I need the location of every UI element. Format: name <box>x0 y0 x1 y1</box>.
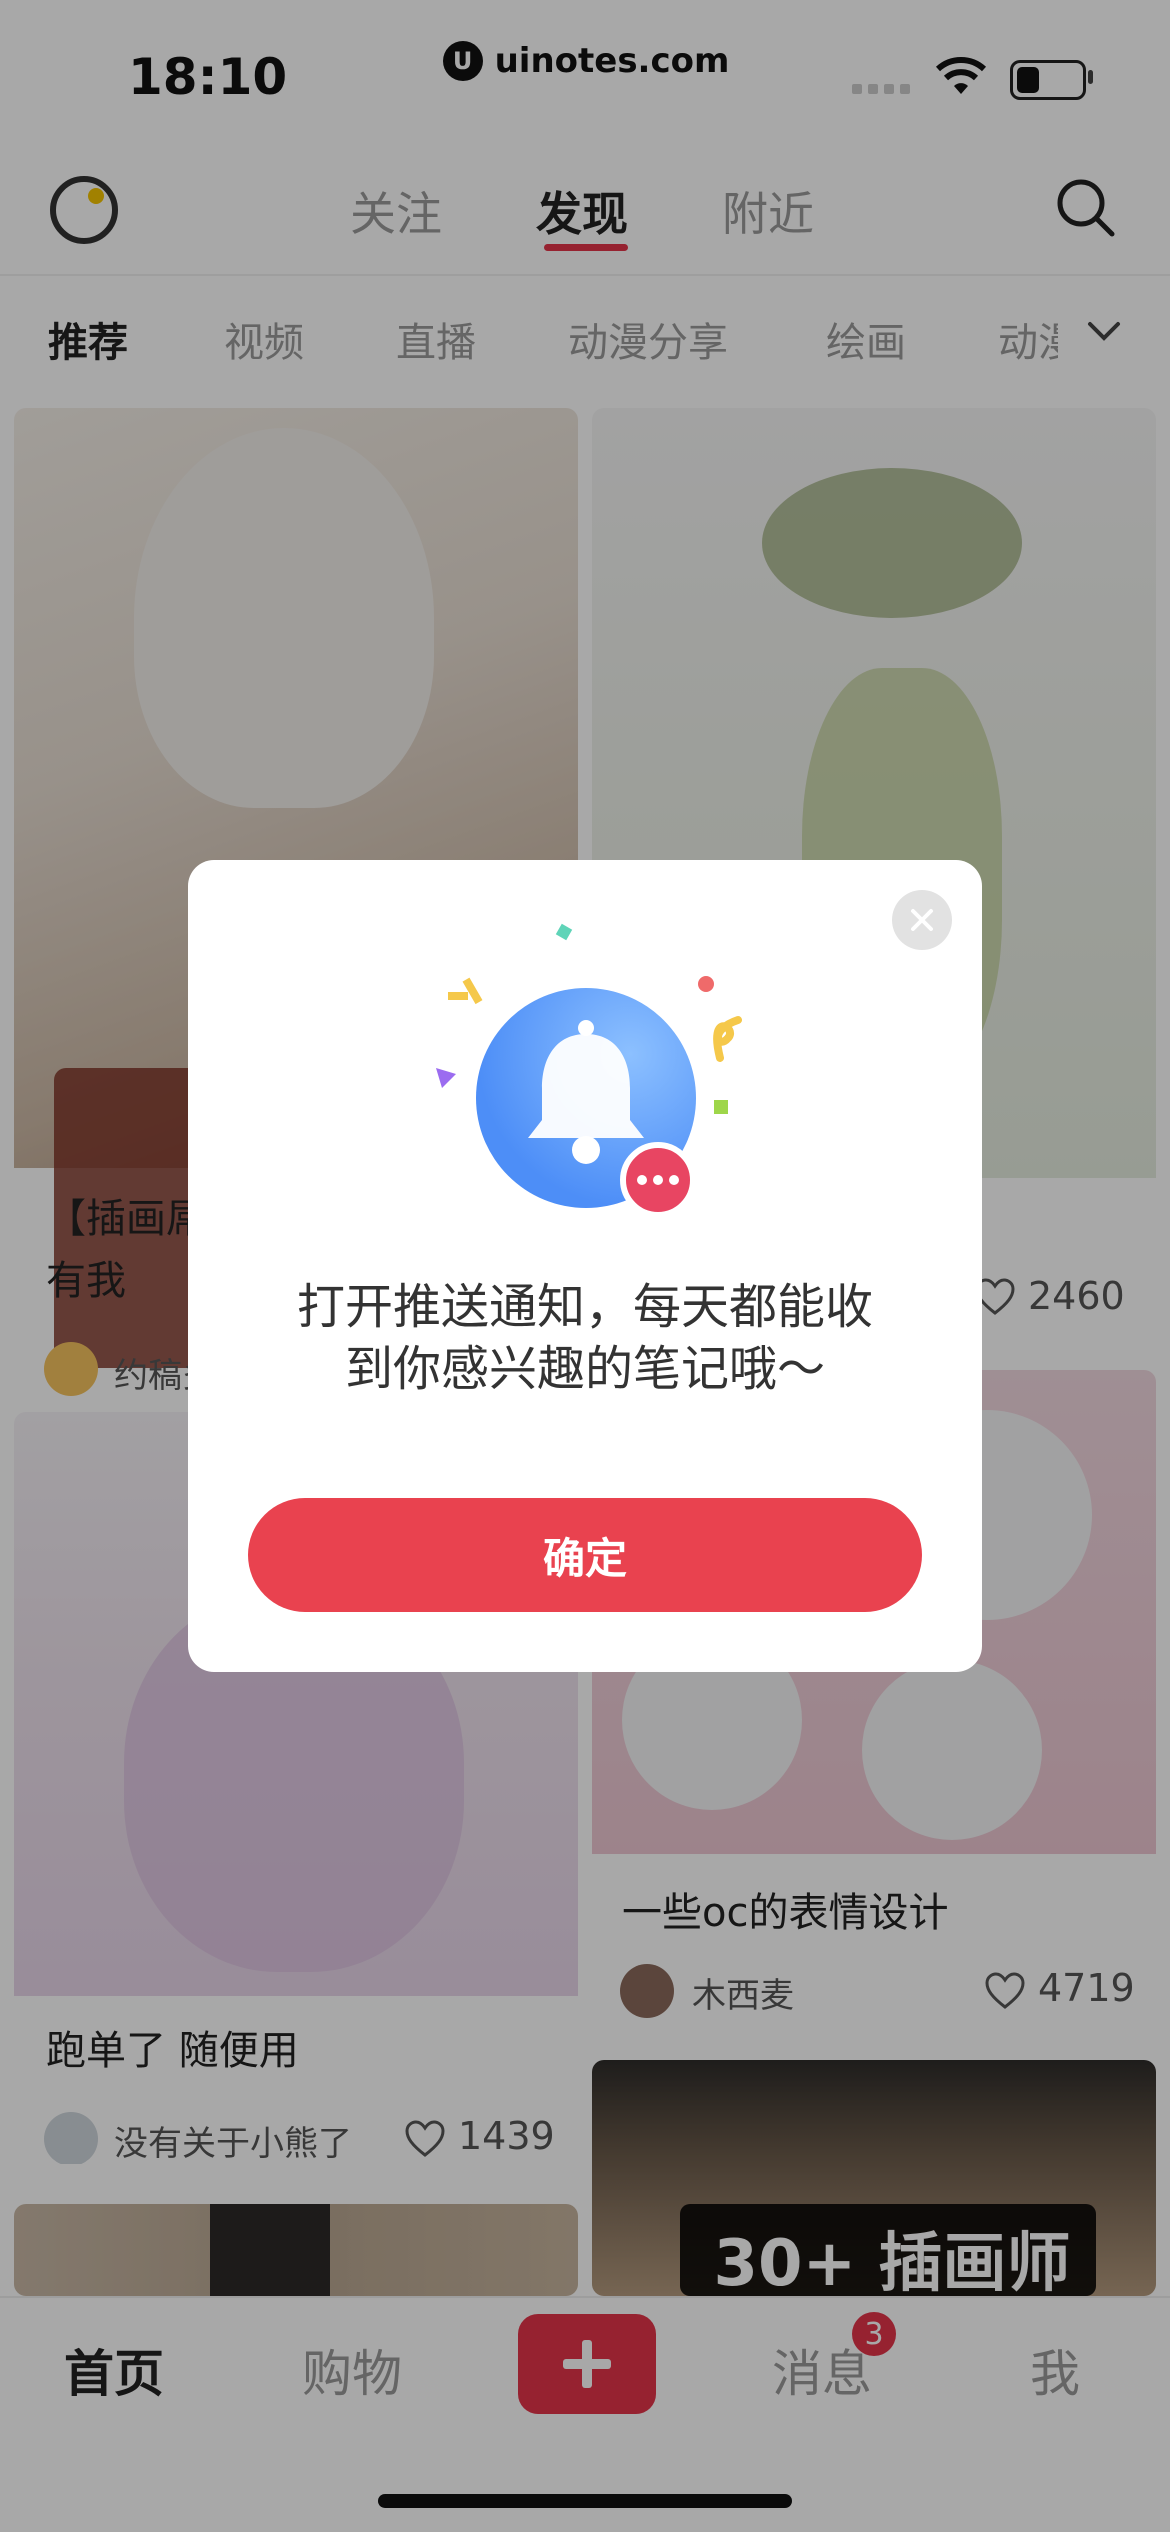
more-dots-icon <box>620 1142 696 1218</box>
close-button[interactable] <box>892 890 952 950</box>
dialog-message: 打开推送通知，每天都能收 到你感兴趣的笔记哦～ <box>188 1276 982 1400</box>
dialog-message-line2: 到你感兴趣的笔记哦～ <box>344 1341 825 1397</box>
close-icon <box>911 909 933 931</box>
confirm-button[interactable]: 确定 <box>248 1498 922 1612</box>
push-notification-dialog: 打开推送通知，每天都能收 到你感兴趣的笔记哦～ 确定 <box>188 860 982 1672</box>
ellipsis-icon <box>637 1175 679 1185</box>
dialog-message-line1: 打开推送通知，每天都能收 <box>296 1279 873 1335</box>
